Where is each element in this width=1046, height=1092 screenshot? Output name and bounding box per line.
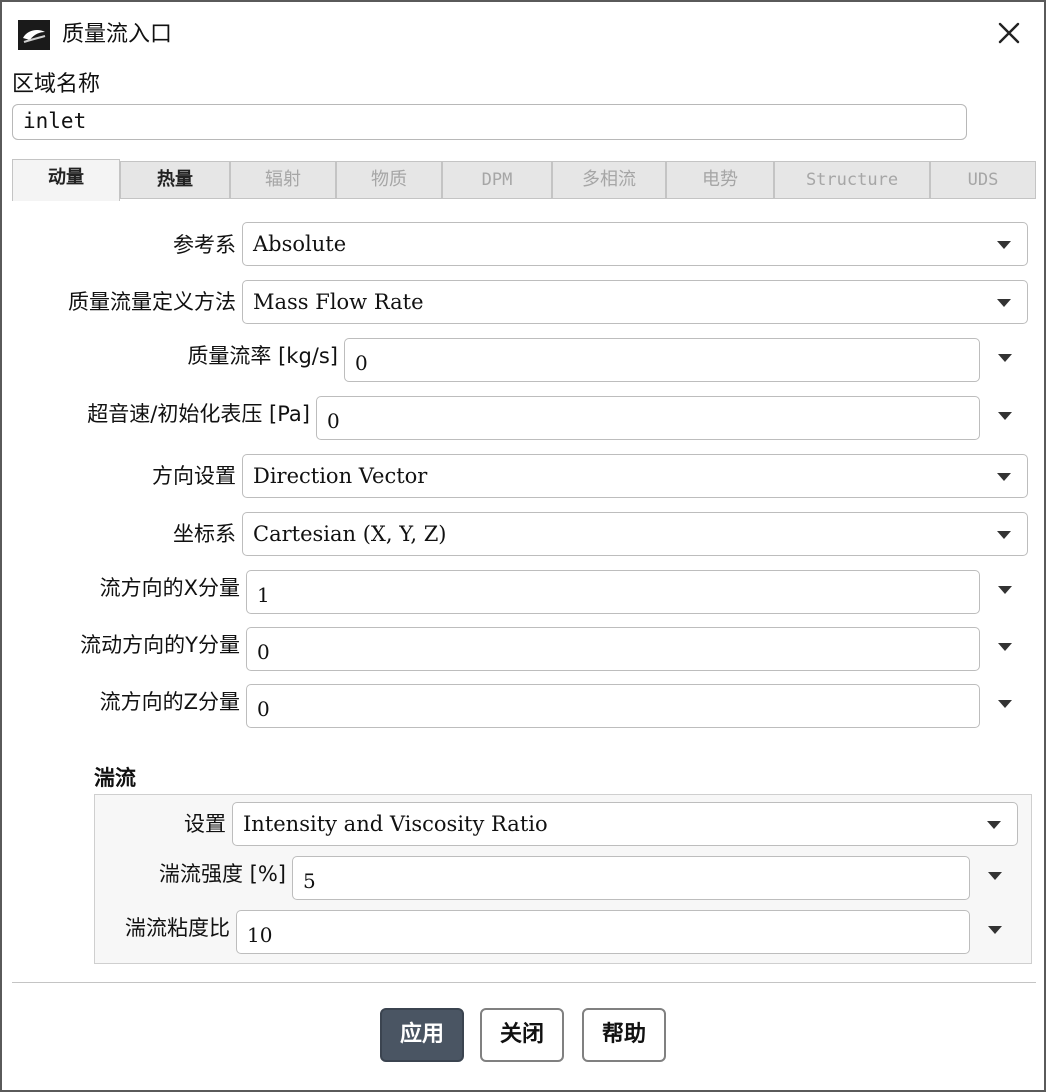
chevron-down-icon (997, 299, 1011, 307)
help-button[interactable]: 帮助 (582, 1008, 666, 1062)
x-component-options-icon[interactable] (998, 586, 1012, 594)
direction-spec-label: 方向设置 (152, 464, 236, 488)
mass-flow-spec-label-wrap: 质量流量定义方法 (2, 288, 236, 316)
x-component-label: 流方向的X分量 (99, 576, 240, 600)
supersonic-pressure-value: 0 (327, 409, 340, 433)
viscosity-ratio-options-icon[interactable] (988, 926, 1002, 934)
turbulence-section-title: 湍流 (94, 766, 136, 790)
z-component-label: 流方向的Z分量 (99, 690, 240, 714)
direction-spec-value: Direction Vector (253, 464, 428, 488)
y-component-value: 0 (257, 640, 270, 664)
tab-dpm[interactable]: DPM (442, 161, 552, 199)
footer-divider (12, 982, 1036, 983)
tab-thermal[interactable]: 热量 (120, 161, 230, 199)
direction-spec-label-wrap: 方向设置 (2, 462, 236, 490)
zone-name-input[interactable]: inlet (12, 104, 967, 140)
tab-multiphase[interactable]: 多相流 (552, 161, 666, 199)
turbulence-spec-value: Intensity and Viscosity Ratio (243, 812, 548, 836)
turbulent-intensity-input[interactable]: 5 (292, 856, 970, 900)
reference-frame-value: Absolute (253, 232, 347, 256)
reference-frame-dropdown[interactable]: Absolute (242, 222, 1028, 266)
x-component-label-wrap: 流方向的X分量 (2, 574, 240, 602)
turbulent-intensity-value: 5 (303, 869, 316, 893)
tab-potential[interactable]: 电势 (666, 161, 774, 199)
tab-bar: 动量 热量 辐射 物质 DPM 多相流 电势 Structure UDS (12, 159, 1036, 201)
chevron-down-icon (997, 531, 1011, 539)
coordinate-system-label: 坐标系 (173, 522, 236, 546)
turbulence-spec-dropdown[interactable]: Intensity and Viscosity Ratio (232, 802, 1018, 846)
turbulence-spec-label-wrap: 设置 (2, 810, 226, 838)
viscosity-ratio-value: 10 (247, 923, 273, 947)
close-button[interactable]: 关闭 (480, 1008, 564, 1062)
z-component-value: 0 (257, 697, 270, 721)
x-component-value: 1 (257, 583, 270, 607)
z-component-options-icon[interactable] (998, 700, 1012, 708)
coordinate-system-label-wrap: 坐标系 (2, 520, 236, 548)
supersonic-pressure-label-wrap: 超音速/初始化表压 [Pa] (2, 400, 310, 428)
zone-name-label: 区域名称 (12, 72, 101, 97)
mass-flow-rate-input[interactable]: 0 (344, 338, 980, 382)
viscosity-ratio-label: 湍流粘度比 (125, 916, 230, 940)
chevron-down-icon (997, 241, 1011, 249)
chevron-down-icon (997, 473, 1011, 481)
supersonic-pressure-input[interactable]: 0 (316, 396, 980, 440)
supersonic-pressure-label: 超音速/初始化表压 [Pa] (87, 402, 310, 426)
reference-frame-label: 参考系 (173, 233, 236, 257)
supersonic-pressure-options-icon[interactable] (998, 412, 1012, 420)
turbulent-intensity-options-icon[interactable] (988, 872, 1002, 880)
mass-flow-rate-label-wrap: 质量流率 [kg/s] (2, 342, 338, 370)
tab-species[interactable]: 物质 (336, 161, 442, 199)
fluent-app-icon (18, 20, 50, 50)
chevron-down-icon (987, 821, 1001, 829)
turbulent-intensity-label-wrap: 湍流强度 [%] (2, 860, 286, 888)
mass-flow-rate-value: 0 (355, 351, 368, 375)
mass-flow-inlet-dialog: 质量流入口 区域名称 inlet 动量 热量 辐射 物质 DPM 多相流 电势 … (0, 0, 1046, 1092)
y-component-label: 流动方向的Y分量 (80, 633, 240, 657)
coordinate-system-value: Cartesian (X, Y, Z) (253, 522, 447, 546)
mass-flow-spec-value: Mass Flow Rate (253, 290, 424, 314)
mass-flow-rate-options-icon[interactable] (998, 354, 1012, 362)
tab-momentum[interactable]: 动量 (12, 159, 120, 201)
y-component-label-wrap: 流动方向的Y分量 (2, 631, 240, 659)
turbulence-spec-label: 设置 (184, 812, 226, 836)
direction-spec-dropdown[interactable]: Direction Vector (242, 454, 1028, 498)
title-bar: 质量流入口 (2, 2, 1044, 66)
mass-flow-rate-label: 质量流率 [kg/s] (187, 344, 338, 368)
reference-frame-label-wrap: 参考系 (2, 231, 236, 259)
mass-flow-spec-dropdown[interactable]: Mass Flow Rate (242, 280, 1028, 324)
viscosity-ratio-label-wrap: 湍流粘度比 (2, 914, 230, 942)
dialog-title: 质量流入口 (62, 22, 173, 47)
tab-radiation[interactable]: 辐射 (230, 161, 336, 199)
mass-flow-spec-label: 质量流量定义方法 (68, 290, 236, 314)
tab-uds[interactable]: UDS (930, 161, 1036, 199)
x-component-input[interactable]: 1 (246, 570, 980, 614)
y-component-input[interactable]: 0 (246, 627, 980, 671)
y-component-options-icon[interactable] (998, 643, 1012, 651)
coordinate-system-dropdown[interactable]: Cartesian (X, Y, Z) (242, 512, 1028, 556)
viscosity-ratio-input[interactable]: 10 (236, 910, 970, 954)
turbulent-intensity-label: 湍流强度 [%] (158, 862, 286, 886)
z-component-label-wrap: 流方向的Z分量 (2, 688, 240, 716)
z-component-input[interactable]: 0 (246, 684, 980, 728)
tab-structure[interactable]: Structure (774, 161, 930, 199)
close-icon[interactable] (992, 16, 1026, 50)
tab-divider (12, 198, 1036, 199)
apply-button[interactable]: 应用 (380, 1008, 464, 1062)
